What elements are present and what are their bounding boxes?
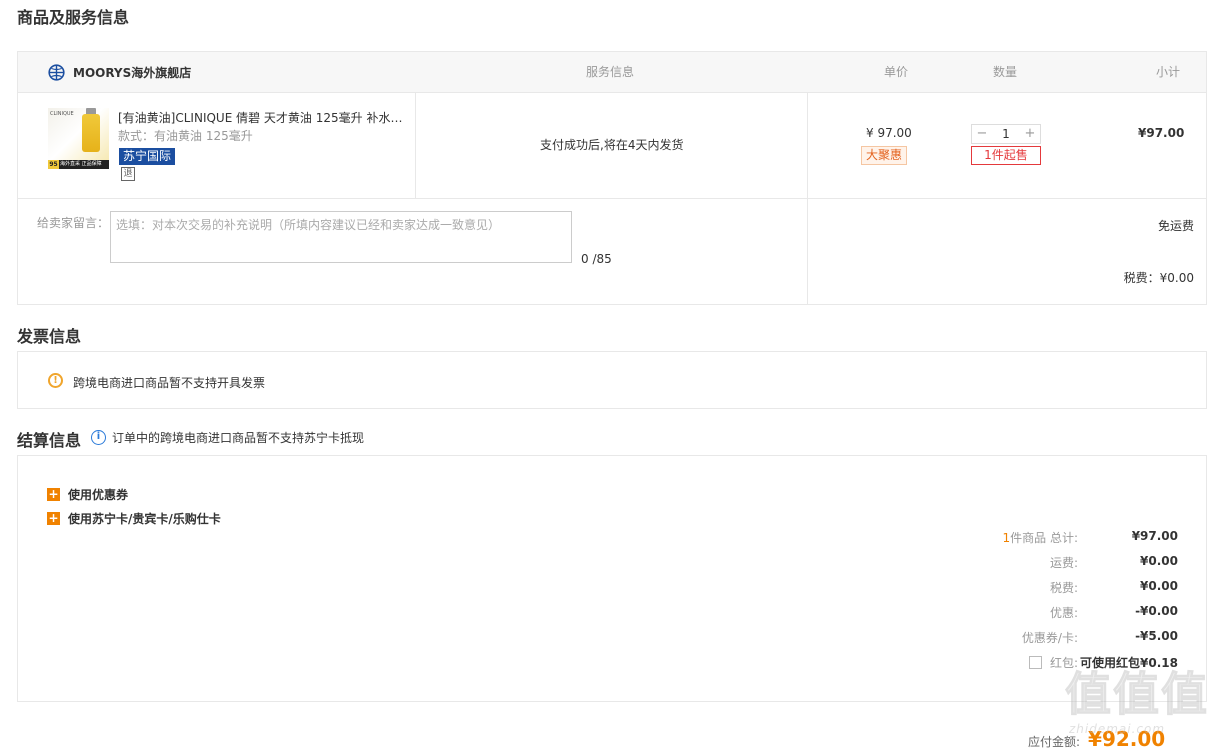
item-count: 1 [1002,531,1011,545]
product-spec: 款式：有油黄油 125毫升 [118,129,253,143]
col-price-header: 单价 [884,65,909,79]
payable-amount: 应付金额: ¥92.00 [1028,727,1165,751]
total-label-text: 件商品 总计: [1010,531,1078,545]
product-subtotal: ¥97.00 [1138,126,1185,140]
settle-box: + 使用优惠券 + 使用苏宁卡/贵宾卡/乐购仕卡 1件商品 总计: ¥97.00… [17,455,1207,702]
store-globe-icon [48,63,65,81]
thumb-brand-text: CLINIQUE [50,111,74,117]
promo-badge: 大聚惠 [861,146,908,165]
summary-freight-label: 运费: [1049,556,1078,570]
use-card-toggle[interactable]: + 使用苏宁卡/贵宾卡/乐购仕卡 [47,510,221,527]
payable-value: ¥92.00 [1088,727,1166,751]
plus-icon: + [47,487,60,501]
summary-discount-label: 优惠: [1049,606,1078,620]
use-coupon-toggle[interactable]: + 使用优惠券 [47,486,128,503]
settle-note: i 订单中的跨境电商进口商品暂不支持苏宁卡抵现 [91,429,364,446]
summary-tax-label: 税费: [1049,581,1078,595]
use-coupon-label: 使用优惠券 [68,488,129,502]
invoice-notice: 跨境电商进口商品暂不支持开具发票 [73,376,266,390]
shipping-fee-text: 免运费 [1157,219,1194,233]
summary-discount-row: 优惠: -¥0.00 [918,604,1178,622]
invoice-section-title: 发票信息 [17,327,82,346]
refund-icon: 退 [121,167,135,181]
col-qty-header: 数量 [993,65,1018,79]
info-icon: i [91,430,106,445]
product-row: CLINIQUE 海外直采 正品保障 95 [有油黄油]CLINIQUE 倩碧 … [17,92,1207,199]
summary-tax-row: 税费: ¥0.00 [918,579,1178,597]
qty-increase-button[interactable]: + [1020,125,1040,143]
summary-redpacket-label: 红包: [1028,654,1078,671]
column-divider [415,92,416,198]
summary-coupon-value: -¥5.00 [1135,629,1178,643]
store-name[interactable]: MOORYS海外旗舰店 [48,52,191,92]
product-thumbnail[interactable]: CLINIQUE 海外直采 正品保障 95 [48,108,109,169]
product-name-link[interactable]: [有油黄油]CLINIQUE 倩碧 天才黄油 125毫升 补水保湿 修护肌肤 [118,109,408,126]
summary-total-label: 1件商品 总计: [1003,529,1079,546]
tax-fee-text: 税费：¥0.00 [1123,271,1194,285]
summary-redpacket-row: 红包: 可使用红包¥0.18 [918,654,1178,672]
goods-section-title: 商品及服务信息 [17,8,130,27]
goods-table-header: MOORYS海外旗舰店 服务信息 单价 数量 小计 [17,51,1207,93]
use-card-label: 使用苏宁卡/贵宾卡/乐购仕卡 [68,512,221,526]
suning-international-badge: 苏宁国际 [119,148,176,165]
seller-message-input[interactable] [110,211,572,263]
col-subtotal-header: 小计 [1156,65,1181,79]
column-divider [807,198,808,304]
store-name-label: MOORYS海外旗舰店 [73,65,192,80]
summary-freight-value: ¥0.00 [1140,554,1178,568]
qty-decrease-button[interactable]: − [972,125,992,143]
message-row: 给卖家留言： 0 /85 免运费 税费：¥0.00 [17,198,1207,305]
settle-note-text: 订单中的跨境电商进口商品暂不支持苏宁卡抵现 [112,431,365,445]
summary-total-value: ¥97.00 [1131,529,1178,543]
invoice-box: ! 跨境电商进口商品暂不支持开具发票 [17,351,1207,409]
quantity-stepper: − 1 + [971,124,1041,144]
redpacket-checkbox[interactable] [1028,656,1042,669]
summary-freight-row: 运费: ¥0.00 [918,554,1178,572]
summary-coupon-label: 优惠券/卡: [1021,631,1078,645]
shipping-service-info: 支付成功后,将在4天内发货 [540,138,684,152]
summary-coupon-row: 优惠券/卡: -¥5.00 [918,629,1178,647]
settle-section-title: 结算信息 [17,431,82,450]
summary-tax-value: ¥0.00 [1140,579,1178,593]
redpacket-label-text: 红包: [1049,656,1078,670]
thumb-number: 95 [48,160,59,169]
warning-icon: ! [48,373,63,388]
col-service-header: 服务信息 [586,65,635,79]
bottle-shape [82,114,100,152]
min-purchase-badge: 1件起售 [971,146,1041,165]
message-char-count: 0 /85 [581,252,612,266]
seller-message-label: 给卖家留言： [37,216,110,230]
unit-price: ¥ 97.00 [866,126,912,140]
payable-label: 应付金额: [1028,735,1081,749]
qty-value[interactable]: 1 [992,127,1020,141]
column-divider [807,92,808,198]
summary-total-row: 1件商品 总计: ¥97.00 [918,529,1179,547]
plus-icon: + [47,511,60,525]
summary-discount-value: -¥0.00 [1135,604,1178,618]
summary-redpacket-value: 可使用红包¥0.18 [1080,656,1178,670]
